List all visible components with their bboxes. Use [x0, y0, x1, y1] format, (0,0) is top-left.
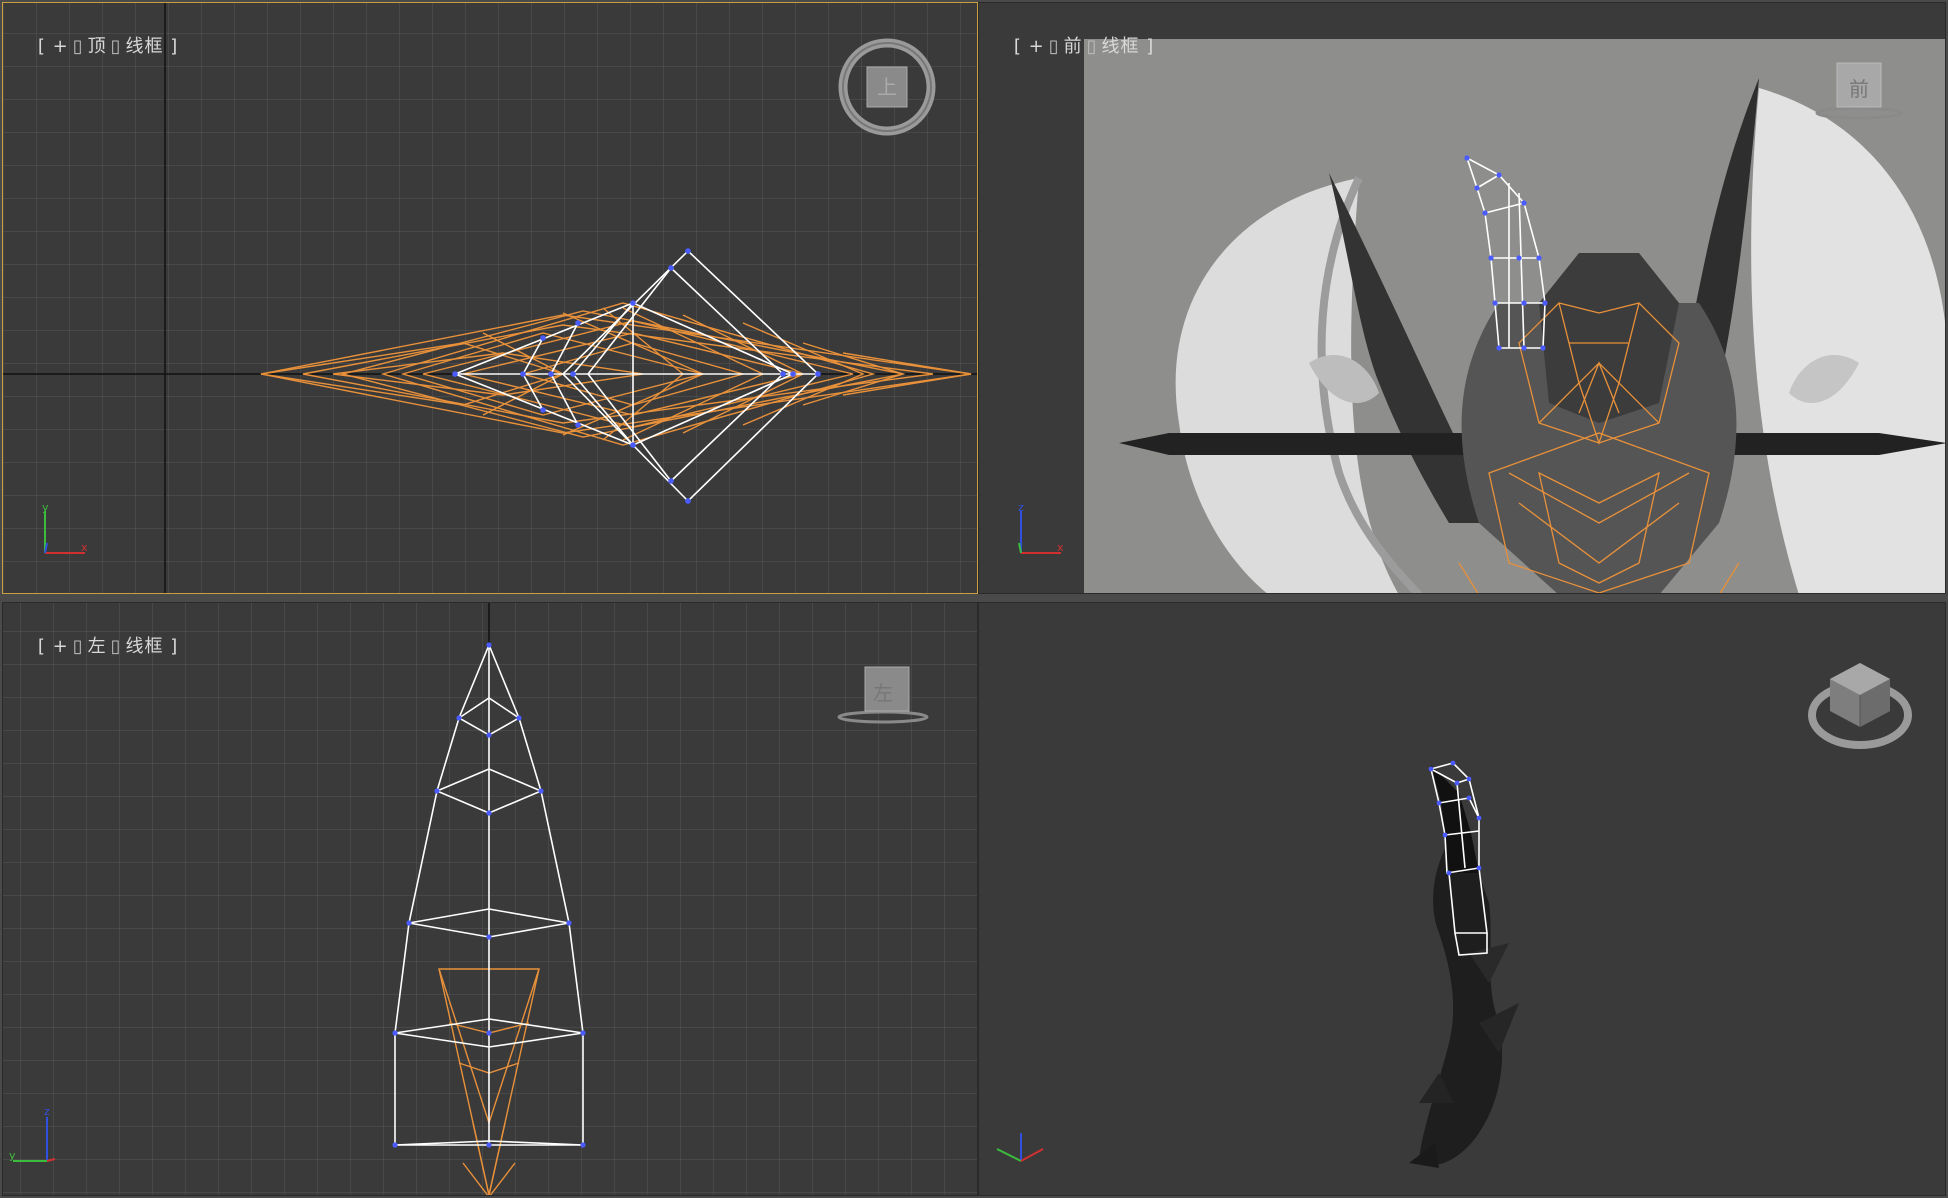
label-separator: ▯ [1048, 36, 1060, 57]
axis-a-label: y [42, 503, 49, 514]
perspective-view-scene[interactable] [979, 603, 1946, 1196]
bracket-close: ] [1139, 36, 1155, 57]
viewport-shading-mode[interactable]: 线框 [1102, 36, 1140, 57]
label-separator: ▯ [72, 636, 84, 657]
viewport-shading-mode[interactable]: 线框 [126, 636, 164, 657]
label-separator: ▯ [72, 36, 84, 57]
viewport-shading-mode[interactable]: 线框 [126, 36, 164, 57]
axis-tripod-icon [996, 1133, 1044, 1162]
viewport-view-name[interactable]: 左 [88, 636, 107, 657]
viewcube-3d-icon [1808, 663, 1912, 749]
axis-a-label: z [44, 1105, 50, 1118]
axis-tripod-icon: z y [9, 1105, 56, 1162]
axis-b-label: x [81, 541, 88, 554]
axis-a-label: z [1018, 503, 1024, 514]
viewcube-front[interactable]: 前 [1809, 57, 1909, 123]
viewport-label-top[interactable]: [ + ▯ 顶 ▯ 线框 ] [11, 11, 178, 79]
label-separator: ▯ [110, 636, 122, 657]
axis-b-label: x [1057, 541, 1064, 554]
viewcube-face-label: 上 [877, 75, 897, 100]
viewport-view-name[interactable]: 前 [1064, 36, 1083, 57]
bracket-open: [ [37, 636, 53, 657]
viewport-front[interactable]: [ + ▯ 前 ▯ 线框 ] 前 z x [978, 2, 1946, 594]
bracket-close: ] [163, 36, 179, 57]
viewcube-face-label: 左 [873, 681, 893, 705]
axis-b-label: y [9, 1149, 16, 1162]
front-view-scene[interactable] [979, 3, 1946, 594]
label-separator: ▯ [110, 36, 122, 57]
viewport-label-front[interactable]: [ + ▯ 前 ▯ 线框 ] [987, 11, 1154, 79]
viewport-perspective[interactable] [978, 602, 1946, 1196]
viewport-view-name[interactable]: 顶 [88, 36, 107, 57]
viewport-menu-plus[interactable]: + [53, 36, 69, 57]
viewport-top[interactable]: [ + ▯ 顶 ▯ 线框 ] 上 y x [2, 2, 978, 594]
axis-tripod-icon: y x [42, 503, 88, 554]
label-separator: ▯ [1086, 36, 1098, 57]
bracket-close: ] [163, 636, 179, 657]
viewcube-perspective[interactable] [1805, 645, 1915, 755]
top-view-scene[interactable] [3, 3, 978, 594]
viewport-label-left[interactable]: [ + ▯ 左 ▯ 线框 ] [11, 611, 178, 679]
bracket-open: [ [1013, 36, 1029, 57]
bracket-open: [ [37, 36, 53, 57]
viewport-menu-plus[interactable]: + [53, 636, 69, 657]
viewcube-top[interactable]: 上 [835, 35, 939, 139]
viewcube-face-label: 前 [1849, 77, 1869, 101]
viewcube-left[interactable]: 左 [833, 661, 933, 727]
viewport-menu-plus[interactable]: + [1029, 36, 1045, 57]
axis-tripod-icon: z x [1018, 503, 1064, 554]
viewport-left[interactable]: [ + ▯ 左 ▯ 线框 ] 左 z y [2, 602, 978, 1196]
left-view-scene[interactable] [3, 603, 978, 1196]
